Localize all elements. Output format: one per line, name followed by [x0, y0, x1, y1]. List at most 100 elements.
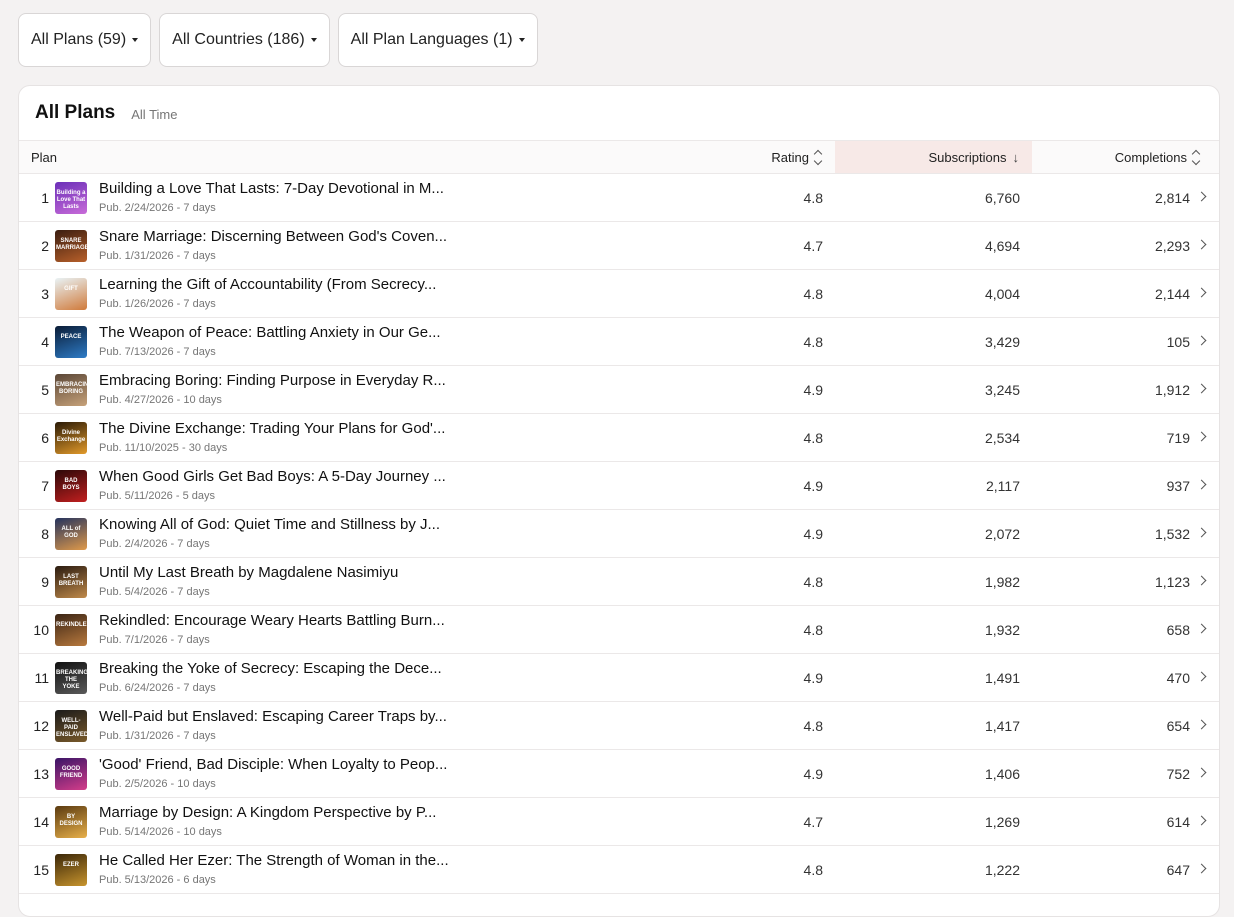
- completions-value: 2,144: [1154, 285, 1190, 302]
- chevron-right-icon[interactable]: [1196, 383, 1207, 394]
- plan-meta: Pub. 1/31/2026 - 7 days: [99, 730, 216, 742]
- completions-value: 2,293: [1154, 237, 1190, 254]
- chevron-right-icon[interactable]: [1196, 671, 1207, 682]
- plan-thumbnail-text: SNARE MARRIAGE: [56, 238, 87, 251]
- sort-descending-icon: ↓: [1012, 149, 1020, 165]
- completions-value: 1,532: [1154, 525, 1190, 542]
- completions-value: 614: [1166, 813, 1190, 830]
- subscriptions-value: 1,982: [984, 573, 1020, 590]
- rating-value: 4.9: [803, 525, 823, 542]
- plan-thumbnail-text: GIFT: [64, 286, 78, 292]
- chevron-right-icon[interactable]: [1196, 815, 1207, 826]
- plan-meta: Pub. 5/11/2026 - 5 days: [99, 490, 215, 502]
- plan-title[interactable]: When Good Girls Get Bad Boys: A 5-Day Jo…: [99, 468, 446, 485]
- plan-title[interactable]: Building a Love That Lasts: 7-Day Devoti…: [99, 180, 444, 197]
- plan-title[interactable]: He Called Her Ezer: The Strength of Woma…: [99, 852, 449, 869]
- table-row[interactable]: 6 Divine Exchange The Divine Exchange: Tra…: [19, 414, 1219, 462]
- row-rank: 15: [33, 861, 49, 878]
- row-rank: 3: [41, 285, 49, 302]
- plan-meta: Pub. 2/24/2026 - 7 days: [99, 202, 216, 214]
- table-row[interactable]: 2 SNARE MARRIAGE Snare Marriage: Discernin…: [19, 222, 1219, 270]
- plan-title[interactable]: The Weapon of Peace: Battling Anxiety in…: [99, 324, 441, 341]
- chevron-right-icon[interactable]: [1196, 239, 1207, 250]
- table-row[interactable]: 11 BREAKING THE YOKE Breaking the Yoke of …: [19, 654, 1219, 702]
- plan-title[interactable]: Knowing All of God: Quiet Time and Still…: [99, 516, 440, 533]
- table-row[interactable]: 13 GOOD FRIEND 'Good' Friend, Bad Disciple…: [19, 750, 1219, 798]
- plan-thumbnail: BY DESIGN: [55, 806, 87, 838]
- plan-thumbnail: BAD BOYS: [55, 470, 87, 502]
- plan-thumbnail-text: Building a Love That Lasts: [56, 190, 86, 210]
- plan-thumbnail: WELL-PAID ENSLAVED: [55, 710, 87, 742]
- table-row[interactable]: 12 WELL-PAID ENSLAVED Well-Paid but Enslav…: [19, 702, 1219, 750]
- plan-thumbnail: Divine Exchange: [55, 422, 87, 454]
- completions-value: 752: [1166, 765, 1190, 782]
- rating-value: 4.7: [803, 813, 823, 830]
- caret-down-icon: [132, 38, 139, 42]
- chevron-right-icon[interactable]: [1196, 335, 1207, 346]
- column-header-completions-label: Completions: [1114, 149, 1187, 165]
- plan-title[interactable]: Embracing Boring: Finding Purpose in Eve…: [99, 372, 446, 389]
- completions-value: 937: [1166, 477, 1190, 494]
- subscriptions-value: 1,417: [984, 717, 1020, 734]
- completions-value: 654: [1166, 717, 1190, 734]
- plan-title[interactable]: Until My Last Breath by Magdalene Nasimi…: [99, 564, 398, 581]
- plan-title[interactable]: Rekindled: Encourage Weary Hearts Battli…: [99, 612, 445, 629]
- table-row[interactable]: 15 EZER He Called Her Ezer: The Strength o…: [19, 846, 1219, 894]
- plan-thumbnail: PEACE: [55, 326, 87, 358]
- rating-value: 4.8: [803, 429, 823, 446]
- plan-title[interactable]: Learning the Gift of Accountability (Fro…: [99, 276, 436, 293]
- plan-thumbnail-text: EMBRACING BORING: [56, 382, 87, 395]
- rating-value: 4.9: [803, 477, 823, 494]
- chevron-right-icon[interactable]: [1196, 527, 1207, 538]
- plan-title[interactable]: Breaking the Yoke of Secrecy: Escaping t…: [99, 660, 442, 677]
- table-row[interactable]: 10 REKINDLED Rekindled: Encourage Weary He…: [19, 606, 1219, 654]
- chevron-right-icon[interactable]: [1196, 191, 1207, 202]
- chevron-right-icon[interactable]: [1196, 719, 1207, 730]
- table-row[interactable]: 7 BAD BOYS When Good Girls Get Bad Boys: A…: [19, 462, 1219, 510]
- subscriptions-value: 3,245: [984, 381, 1020, 398]
- sort-unsorted-icon: [1191, 149, 1201, 165]
- plan-title[interactable]: Marriage by Design: A Kingdom Perspectiv…: [99, 804, 436, 821]
- rating-value: 4.8: [803, 717, 823, 734]
- table-row[interactable]: 9 LAST BREATH Until My Last Breath by Magd…: [19, 558, 1219, 606]
- plan-thumbnail-text: WELL-PAID ENSLAVED: [56, 718, 87, 738]
- chevron-right-icon[interactable]: [1196, 431, 1207, 442]
- plan-thumbnail-text: BY DESIGN: [59, 814, 83, 827]
- plan-meta: Pub. 7/1/2026 - 7 days: [99, 634, 210, 646]
- subscriptions-value: 3,429: [984, 333, 1020, 350]
- plan-title[interactable]: The Divine Exchange: Trading Your Plans …: [99, 420, 445, 437]
- filter-bar: All Plans (59) All Countries (186) All P…: [18, 13, 538, 67]
- plan-thumbnail: GIFT: [55, 278, 87, 310]
- plan-meta: Pub. 1/26/2026 - 7 days: [99, 298, 216, 310]
- plan-thumbnail: REKINDLED: [55, 614, 87, 646]
- table-body: 1 Building a Love That Lasts Building a Lo…: [19, 174, 1219, 894]
- plan-title[interactable]: Snare Marriage: Discerning Between God's…: [99, 228, 447, 245]
- table-row[interactable]: 4 PEACE The Weapon of Peace: Battling Anxi…: [19, 318, 1219, 366]
- chevron-right-icon[interactable]: [1196, 767, 1207, 778]
- column-header-subscriptions[interactable]: Subscriptions ↓: [928, 141, 1019, 173]
- table-row[interactable]: 5 EMBRACING BORING Embracing Boring: Findi…: [19, 366, 1219, 414]
- rating-value: 4.8: [803, 621, 823, 638]
- table-row[interactable]: 3 GIFT Learning the Gift of Accountability…: [19, 270, 1219, 318]
- chevron-right-icon[interactable]: [1196, 863, 1207, 874]
- chevron-right-icon[interactable]: [1196, 287, 1207, 298]
- plans-card: All Plans All Time Plan Rating Subscript…: [18, 85, 1220, 917]
- plan-title[interactable]: Well-Paid but Enslaved: Escaping Career …: [99, 708, 447, 725]
- chevron-right-icon[interactable]: [1196, 479, 1207, 490]
- plan-meta: Pub. 11/10/2025 - 30 days: [99, 442, 228, 454]
- table-row[interactable]: 1 Building a Love That Lasts Building a Lo…: [19, 174, 1219, 222]
- chevron-right-icon[interactable]: [1196, 575, 1207, 586]
- row-rank: 1: [41, 189, 49, 206]
- filter-plans-dropdown[interactable]: All Plans (59): [18, 13, 152, 67]
- table-row[interactable]: 8 ALL of GOD Knowing All of God: Quiet Tim…: [19, 510, 1219, 558]
- plan-title[interactable]: 'Good' Friend, Bad Disciple: When Loyalt…: [99, 756, 447, 773]
- column-header-rating[interactable]: Rating: [771, 141, 823, 173]
- table-row[interactable]: 14 BY DESIGN Marriage by Design: A Kingdom…: [19, 798, 1219, 846]
- chevron-right-icon[interactable]: [1196, 623, 1207, 634]
- column-header-completions[interactable]: Completions: [1114, 141, 1201, 173]
- filter-languages-dropdown[interactable]: All Plan Languages (1): [337, 13, 538, 67]
- filter-countries-dropdown[interactable]: All Countries (186): [159, 13, 330, 67]
- plan-thumbnail: ALL of GOD: [55, 518, 87, 550]
- plan-thumbnail: EMBRACING BORING: [55, 374, 87, 406]
- rating-value: 4.8: [803, 285, 823, 302]
